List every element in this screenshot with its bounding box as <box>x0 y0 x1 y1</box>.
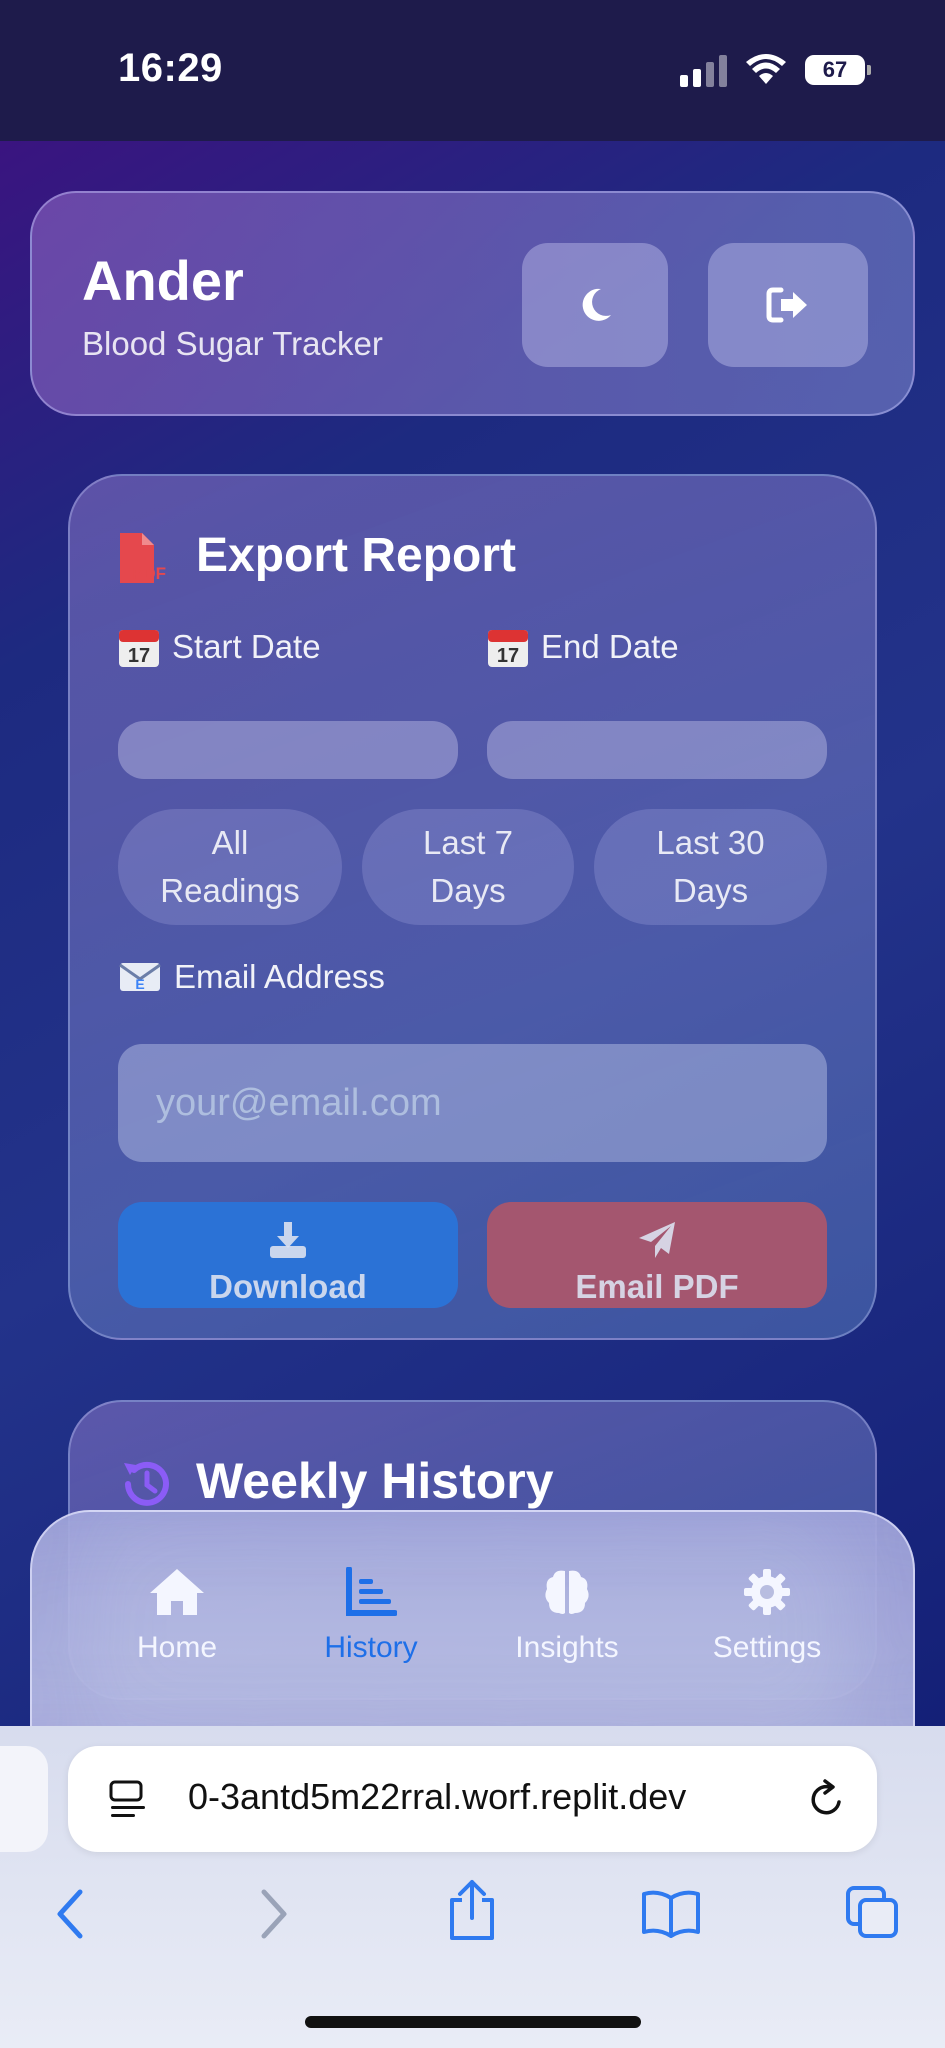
email-pdf-button[interactable]: Email PDF <box>487 1202 827 1308</box>
tabs-icon[interactable] <box>844 1884 900 1940</box>
range-option-label: Last 7 Days <box>423 824 513 909</box>
home-icon <box>150 1569 204 1615</box>
nav-home-label: Home <box>136 1631 218 1664</box>
range-last-30-days-button[interactable]: Last 30 Days <box>594 809 827 925</box>
nav-insights-label: Insights <box>515 1631 619 1664</box>
home-indicator <box>305 2016 641 2028</box>
cellular-signal-icon <box>680 53 727 87</box>
user-name: Ander <box>82 249 244 312</box>
nav-insights[interactable]: Insights <box>482 1567 652 1665</box>
pdf-file-icon: PDF <box>120 533 166 583</box>
chart-icon <box>346 1567 397 1616</box>
page-menu-icon[interactable] <box>108 1779 148 1819</box>
nav-history-label: History <box>324 1631 418 1664</box>
svg-text:PDF: PDF <box>132 564 166 583</box>
end-date-label: 17 End Date <box>487 626 679 668</box>
status-icons: 67 <box>680 50 871 90</box>
brain-icon <box>545 1570 589 1614</box>
share-icon[interactable] <box>446 1878 498 1942</box>
range-all-readings-button[interactable]: All Readings <box>118 809 342 925</box>
previous-tab-edge[interactable] <box>0 1746 48 1852</box>
nav-settings[interactable]: Settings <box>682 1567 852 1665</box>
paper-plane-icon <box>639 1222 675 1258</box>
gear-icon <box>744 1569 790 1615</box>
theme-toggle-button[interactable] <box>522 243 668 367</box>
email-field[interactable] <box>118 1044 827 1162</box>
nav-home[interactable]: Home <box>92 1567 262 1665</box>
nav-history[interactable]: History <box>286 1567 456 1665</box>
end-date-input[interactable] <box>487 721 827 779</box>
download-button[interactable]: Download <box>118 1202 458 1308</box>
email-pdf-label: Email PDF <box>575 1268 739 1305</box>
weekly-history-title: Weekly History <box>196 1453 554 1509</box>
header-card: Ander Blood Sugar Tracker <box>30 191 915 416</box>
history-icon <box>124 1461 169 1506</box>
start-date-label: 17 Start Date <box>118 626 321 668</box>
calendar-icon: 17 <box>119 630 159 667</box>
range-option-label: All Readings <box>160 824 300 909</box>
svg-text:17: 17 <box>128 645 150 667</box>
url-text: 0-3antd5m22rral.worf.replit.dev <box>188 1776 687 1817</box>
download-icon <box>270 1222 306 1258</box>
app-subtitle: Blood Sugar Tracker <box>82 325 383 362</box>
logout-button[interactable] <box>708 243 868 367</box>
status-time: 16:29 <box>118 46 223 90</box>
download-label: Download <box>209 1268 367 1305</box>
forward-icon[interactable] <box>254 1886 294 1942</box>
nav-settings-label: Settings <box>712 1631 822 1664</box>
wifi-icon <box>746 54 786 84</box>
end-date-label-text: End Date <box>541 628 679 665</box>
start-date-input[interactable] <box>118 721 458 779</box>
bookmarks-icon[interactable] <box>640 1888 702 1938</box>
reload-icon[interactable] <box>807 1778 847 1820</box>
range-option-label: Last 30 Days <box>656 824 765 909</box>
email-label: E Email Address <box>118 958 385 996</box>
moon-icon <box>582 288 611 321</box>
start-date-label-text: Start Date <box>172 628 321 665</box>
calendar-icon: 17 <box>488 630 528 667</box>
address-bar[interactable]: 0-3antd5m22rral.worf.replit.dev <box>68 1746 877 1852</box>
range-last-7-days-button[interactable]: Last 7 Days <box>362 809 574 925</box>
email-label-text: Email Address <box>174 958 385 995</box>
export-report-title: Export Report <box>196 529 517 582</box>
export-report-card: PDF Export Report 17 Start Date 17 End D… <box>68 474 877 1340</box>
envelope-icon: E <box>119 963 161 992</box>
app-background: Ander Blood Sugar Tracker PDF Export Rep… <box>0 141 945 1726</box>
svg-text:E: E <box>135 976 144 992</box>
sign-out-icon <box>766 287 807 323</box>
back-icon[interactable] <box>50 1886 90 1942</box>
battery-icon: 67 <box>805 55 871 85</box>
bottom-nav: Home History Insights Settings <box>30 1510 915 1726</box>
browser-toolbar: 0-3antd5m22rral.worf.replit.dev <box>0 1726 945 2048</box>
status-bar: 16:29 67 <box>0 0 945 141</box>
svg-text:17: 17 <box>497 645 519 667</box>
